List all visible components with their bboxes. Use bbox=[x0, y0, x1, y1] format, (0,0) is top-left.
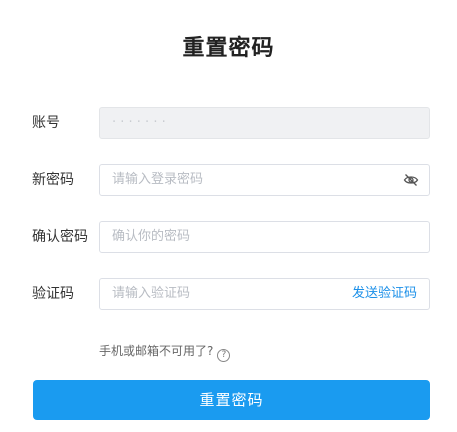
verification-code-input[interactable]: 请输入验证码 发送验证码 bbox=[99, 278, 430, 310]
eye-slash-icon[interactable] bbox=[403, 172, 419, 188]
confirm-password-row: 确认密码 确认你的密码 bbox=[0, 221, 457, 253]
account-field: · · · · · · · bbox=[99, 107, 430, 139]
new-password-label: 新密码 bbox=[32, 172, 74, 188]
account-value: · · · · · · · bbox=[112, 115, 166, 130]
confirm-password-input[interactable]: 确认你的密码 bbox=[99, 221, 430, 253]
new-password-input[interactable]: 请输入登录密码 bbox=[99, 164, 430, 196]
confirm-password-label: 确认密码 bbox=[32, 229, 88, 245]
account-row: 账号 · · · · · · · bbox=[0, 107, 457, 139]
verification-code-placeholder: 请输入验证码 bbox=[112, 286, 191, 301]
reset-password-button[interactable]: 重置密码 bbox=[33, 380, 430, 420]
verification-code-row: 验证码 请输入验证码 发送验证码 bbox=[0, 278, 457, 310]
send-code-button[interactable]: 发送验证码 bbox=[352, 279, 417, 309]
account-label: 账号 bbox=[32, 115, 60, 131]
help-link-text: 手机或邮箱不可用了? bbox=[99, 344, 214, 358]
account-unavailable-link[interactable]: 手机或邮箱不可用了?? bbox=[99, 342, 231, 362]
question-circle-icon: ? bbox=[217, 349, 231, 362]
confirm-password-placeholder: 确认你的密码 bbox=[112, 229, 191, 244]
new-password-placeholder: 请输入登录密码 bbox=[112, 172, 204, 187]
page-title: 重置密码 bbox=[182, 36, 275, 61]
new-password-row: 新密码 请输入登录密码 bbox=[0, 164, 457, 196]
verification-code-label: 验证码 bbox=[32, 286, 74, 302]
